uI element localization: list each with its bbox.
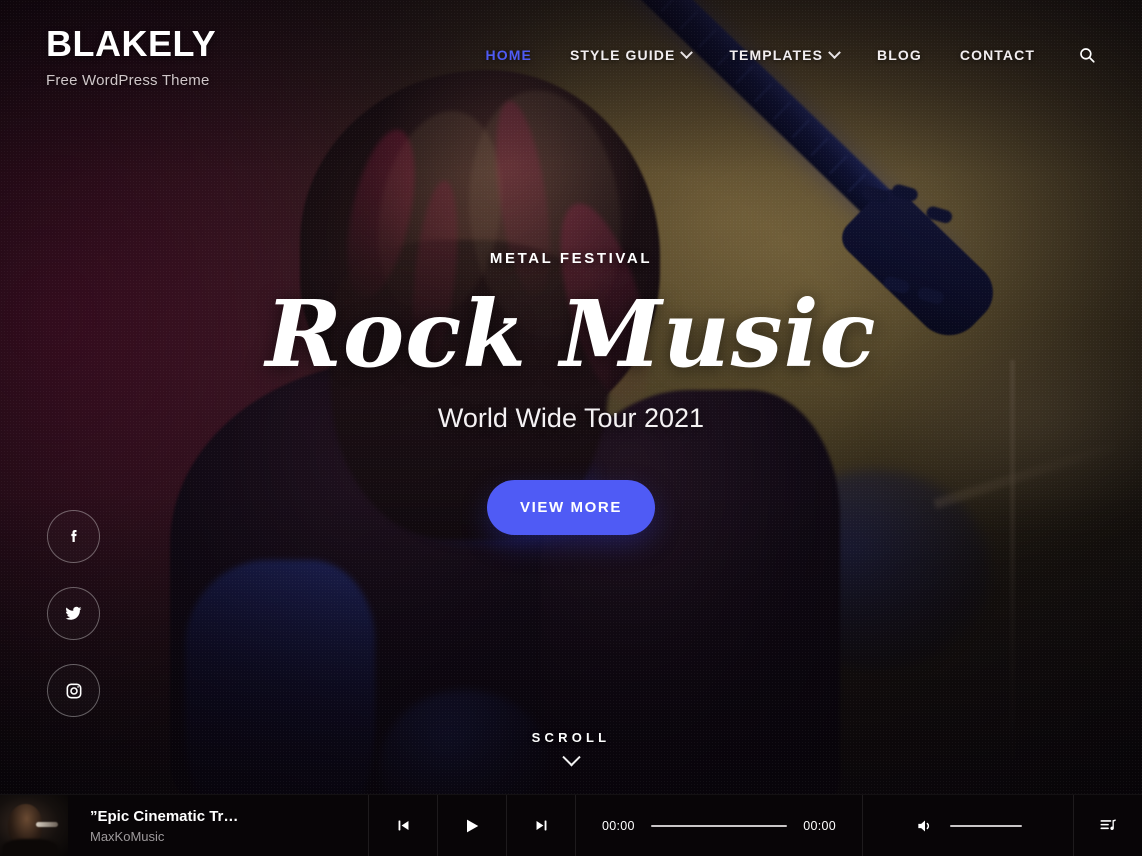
next-track-icon (536, 820, 546, 831)
hero-title: Rock Music (265, 280, 877, 388)
track-artist: MaxKoMusic (90, 828, 165, 844)
social-link-facebook[interactable] (47, 510, 100, 563)
playlist-icon (1100, 818, 1116, 830)
track-duration: 00:00 (803, 818, 836, 833)
current-time: 00:00 (602, 818, 635, 833)
nav-label: STYLE GUIDE (569, 47, 676, 63)
chevron-down-icon (680, 45, 694, 59)
track-info: ”Epic Cinematic Tr… MaxKoMusic (68, 795, 368, 856)
view-more-button[interactable]: VIEW MORE (487, 479, 655, 535)
search-icon (1080, 48, 1095, 63)
site-tagline: Free WordPress Theme (46, 72, 210, 89)
main-navigation: HOME STYLE GUIDE TEMPLATES BLOG CONTACT (467, 40, 1102, 70)
nav-item-style-guide[interactable]: STYLE GUIDE (551, 41, 710, 69)
nav-item-templates[interactable]: TEMPLATES (710, 41, 858, 69)
progress-slider[interactable] (650, 824, 788, 827)
social-link-instagram[interactable] (47, 664, 100, 717)
playback-progress: 00:00 00:00 (576, 795, 862, 856)
site-title[interactable]: BLAKELY (46, 26, 216, 62)
volume-button[interactable] (915, 816, 935, 836)
hero-content: METAL FESTIVAL Rock Music World Wide Tou… (0, 250, 1142, 535)
nav-label: HOME (485, 47, 532, 63)
previous-track-icon (398, 820, 408, 831)
chevron-down-icon (828, 45, 841, 59)
instagram-icon (66, 683, 81, 698)
nav-label: CONTACT (959, 47, 1035, 63)
nav-item-home[interactable]: HOME (467, 41, 551, 69)
audio-player-bar: ”Epic Cinematic Tr… MaxKoMusic 00:00 00:… (0, 794, 1142, 856)
play-icon (467, 819, 479, 832)
hero-subtitle: World Wide Tour 2021 (437, 402, 705, 433)
nav-item-contact[interactable]: CONTACT (941, 41, 1054, 69)
previous-track-button[interactable] (369, 795, 437, 856)
next-track-button[interactable] (507, 795, 575, 856)
volume-control (863, 795, 1073, 856)
playlist-button[interactable] (1074, 795, 1142, 856)
volume-slider[interactable] (949, 824, 1022, 827)
site-header: BLAKELY Free WordPress Theme HOME STYLE … (0, 0, 1142, 110)
twitter-icon (65, 606, 82, 620)
facebook-icon (70, 529, 77, 542)
volume-icon (917, 820, 929, 831)
nav-label: TEMPLATES (729, 47, 824, 63)
play-button[interactable] (438, 795, 506, 856)
chevron-down-icon (561, 748, 581, 767)
page-root: BLAKELY Free WordPress Theme HOME STYLE … (0, 0, 1142, 856)
nav-item-blog[interactable]: BLOG (858, 41, 941, 69)
thumbnail-microphone (36, 822, 58, 827)
scroll-indicator[interactable]: SCROLL (0, 730, 1142, 768)
scroll-label: SCROLL (531, 730, 611, 745)
thumbnail-foreground (2, 839, 58, 856)
nav-label: BLOG (877, 47, 922, 63)
track-title: ”Epic Cinematic Tr… (90, 807, 239, 825)
hero-eyebrow: METAL FESTIVAL (489, 250, 653, 267)
social-link-twitter[interactable] (47, 587, 100, 640)
social-links (47, 510, 100, 717)
site-branding[interactable]: BLAKELY Free WordPress Theme (46, 26, 216, 89)
search-button[interactable] (1072, 40, 1102, 70)
track-thumbnail[interactable] (0, 795, 68, 856)
